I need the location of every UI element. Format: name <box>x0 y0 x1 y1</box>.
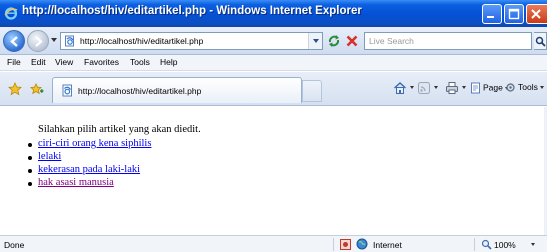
favorites-star-icon[interactable] <box>8 82 22 96</box>
security-zone[interactable]: Internet <box>373 240 402 250</box>
maximize-icon <box>508 8 520 20</box>
page-icon <box>62 84 72 97</box>
page-menu-label: Page <box>483 82 503 93</box>
back-button[interactable] <box>3 30 25 52</box>
article-list: ciri-ciri orang kena siphilis lelaki kek… <box>28 138 151 190</box>
protected-mode-icon[interactable] <box>340 239 351 250</box>
recent-pages-dropdown[interactable] <box>51 38 57 42</box>
list-item: kekerasan pada laki-laki <box>28 164 151 177</box>
window-title: http://localhost/hiv/editartikel.php - W… <box>22 5 362 17</box>
command-bar: http://localhost/hiv/editartikel.php Pag… <box>0 72 547 106</box>
maximize-button[interactable] <box>504 4 524 24</box>
article-link-4[interactable]: hak asasi manusia <box>38 177 114 188</box>
menu-file[interactable]: File <box>7 57 21 67</box>
menu-help[interactable]: Help <box>160 57 177 67</box>
stop-icon[interactable] <box>344 33 360 49</box>
page-menu[interactable]: Page <box>470 82 509 94</box>
add-favorites-icon[interactable] <box>30 82 44 96</box>
zoom-icon[interactable] <box>481 239 492 250</box>
tools-menu-label: Tools <box>518 82 538 92</box>
minimize-icon <box>487 16 494 18</box>
search-icon <box>535 36 546 47</box>
search-box[interactable] <box>364 32 532 50</box>
zoom-level[interactable]: 100% <box>494 240 516 250</box>
status-text: Done <box>4 240 25 250</box>
tab-current[interactable]: http://localhost/hiv/editartikel.php <box>52 77 302 103</box>
tab-label: http://localhost/hiv/editartikel.php <box>78 86 202 96</box>
article-link-1[interactable]: ciri-ciri orang kena siphilis <box>38 138 151 149</box>
status-divider <box>474 238 475 251</box>
window-title-bar[interactable]: http://localhost/hiv/editartikel.php - W… <box>0 0 547 27</box>
search-button[interactable] <box>534 32 547 50</box>
feeds-icon[interactable] <box>417 81 431 95</box>
back-icon <box>10 36 18 47</box>
menu-edit[interactable]: Edit <box>31 57 46 67</box>
address-dropdown[interactable] <box>308 33 322 49</box>
search-input[interactable] <box>369 35 519 47</box>
zoom-dropdown[interactable] <box>531 243 535 246</box>
forward-button[interactable] <box>27 30 49 52</box>
tools-menu[interactable]: Tools <box>505 82 544 93</box>
print-icon[interactable] <box>445 81 459 95</box>
address-url[interactable]: http://localhost/hiv/editartikel.php <box>80 36 203 46</box>
article-link-2[interactable]: lelaki <box>38 151 61 162</box>
minimize-button[interactable] <box>482 4 502 24</box>
menu-favorites[interactable]: Favorites <box>84 57 119 67</box>
page-menu-icon <box>471 82 480 94</box>
page-icon <box>65 35 74 47</box>
ie-logo-icon <box>4 7 18 20</box>
list-item: ciri-ciri orang kena siphilis <box>28 138 151 151</box>
status-divider <box>333 238 334 251</box>
close-button[interactable] <box>526 4 547 24</box>
menu-view[interactable]: View <box>55 57 73 67</box>
new-tab-button[interactable] <box>302 80 322 102</box>
menu-tools[interactable]: Tools <box>130 57 150 67</box>
address-toolbar: http://localhost/hiv/editartikel.php <box>0 27 547 55</box>
status-bar: Done Internet 100% <box>0 235 547 252</box>
close-icon <box>531 9 541 19</box>
home-icon[interactable] <box>393 81 407 95</box>
forward-icon <box>35 36 43 47</box>
refresh-icon[interactable] <box>326 33 342 49</box>
page-content: Silahkan pilih artikel yang akan diedit.… <box>0 107 547 235</box>
list-item: hak asasi manusia <box>28 177 151 190</box>
menu-bar: File Edit View Favorites Tools Help <box>0 55 547 71</box>
globe-icon <box>356 238 368 250</box>
intro-text: Silahkan pilih artikel yang akan diedit. <box>38 124 201 135</box>
article-link-3[interactable]: kekerasan pada laki-laki <box>38 164 140 175</box>
list-item: lelaki <box>28 151 151 164</box>
address-bar[interactable]: http://localhost/hiv/editartikel.php <box>60 32 323 50</box>
tools-menu-icon <box>506 83 515 92</box>
